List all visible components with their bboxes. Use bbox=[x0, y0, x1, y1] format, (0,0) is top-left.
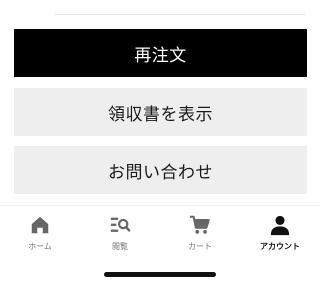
tab-cart-label: カート bbox=[188, 242, 212, 251]
tab-account-label: アカウント bbox=[260, 242, 300, 251]
tab-browse-label: 閲覧 bbox=[112, 242, 128, 251]
tab-account[interactable]: アカウント bbox=[250, 214, 310, 252]
reorder-button[interactable]: 再注文 bbox=[14, 29, 307, 77]
cart-icon bbox=[189, 215, 210, 234]
tab-browse[interactable]: 閲覧 bbox=[90, 214, 150, 252]
view-receipt-button[interactable]: 領収書を表示 bbox=[14, 88, 307, 136]
tab-cart[interactable]: カート bbox=[170, 214, 230, 252]
divider bbox=[55, 14, 305, 15]
tab-home[interactable]: ホーム bbox=[10, 214, 70, 252]
account-icon bbox=[270, 215, 290, 236]
tab-home-label: ホーム bbox=[28, 242, 52, 251]
browse-icon bbox=[110, 217, 131, 232]
home-icon bbox=[31, 216, 49, 234]
home-indicator bbox=[104, 272, 216, 277]
contact-button[interactable]: お問い合わせ bbox=[14, 146, 307, 194]
order-detail-screen: 再注文 領収書を表示 お問い合わせ ホーム 閲覧 カート アカウント bbox=[0, 0, 320, 285]
